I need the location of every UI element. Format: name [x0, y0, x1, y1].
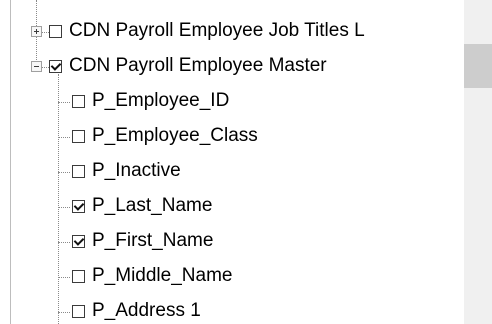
tree-item-label: P_Middle_Name	[92, 265, 233, 286]
tree-connector	[58, 277, 70, 279]
tree-item-checkbox[interactable]	[72, 130, 85, 143]
tree-item-label: P_Last_Name	[92, 195, 213, 216]
tree-item-middle-name[interactable]: P_Middle_Name	[0, 259, 464, 293]
tree-item-label: CDN Payroll Employee Master	[69, 55, 327, 76]
tree-item-label: P_Inactive	[92, 160, 181, 181]
tree-item-checkbox[interactable]	[72, 95, 85, 108]
tree-item-label: P_Address 1	[92, 300, 201, 321]
tree-connector	[58, 102, 70, 104]
tree-item-last-name[interactable]: P_Last_Name	[0, 189, 464, 223]
tree-connector	[42, 32, 49, 34]
tree-connector	[58, 242, 70, 244]
tree-item-checkbox[interactable]	[72, 235, 85, 248]
tree-item-label: P_Employee_Class	[92, 125, 258, 146]
tree-connector	[58, 207, 70, 209]
collapse-icon[interactable]	[31, 61, 42, 72]
tree-item-label: CDN Payroll Employee Job Titles L	[69, 20, 365, 41]
tree-item-employee-master[interactable]: CDN Payroll Employee Master	[0, 49, 464, 83]
tree-item-checkbox[interactable]	[49, 60, 62, 73]
tree-item-checkbox[interactable]	[72, 165, 85, 178]
field-tree-view[interactable]: CDN Payroll Employee Job Titles L CDN Pa…	[0, 0, 464, 324]
tree-item-label: P_First_Name	[92, 230, 214, 251]
tree-item-checkbox[interactable]	[72, 305, 85, 318]
tree-item-job-titles[interactable]: CDN Payroll Employee Job Titles L	[0, 14, 464, 48]
tree-item-employee-id[interactable]: P_Employee_ID	[0, 84, 464, 118]
tree-connector	[58, 137, 70, 139]
tree-connector	[58, 172, 70, 174]
tree-item-inactive[interactable]: P_Inactive	[0, 154, 464, 188]
tree-item-checkbox[interactable]	[72, 200, 85, 213]
tree-item-address-1[interactable]: P_Address 1	[0, 294, 464, 324]
tree-item-checkbox[interactable]	[72, 270, 85, 283]
tree-item-first-name[interactable]: P_First_Name	[0, 224, 464, 258]
expand-icon[interactable]	[31, 26, 42, 37]
tree-item-checkbox[interactable]	[49, 25, 62, 38]
tree-item-label: P_Employee_ID	[92, 90, 230, 111]
tree-item-employee-class[interactable]: P_Employee_Class	[0, 119, 464, 153]
tree-connector	[58, 312, 70, 314]
scrollbar-thumb[interactable]	[464, 44, 492, 88]
tree-connector	[42, 67, 49, 69]
